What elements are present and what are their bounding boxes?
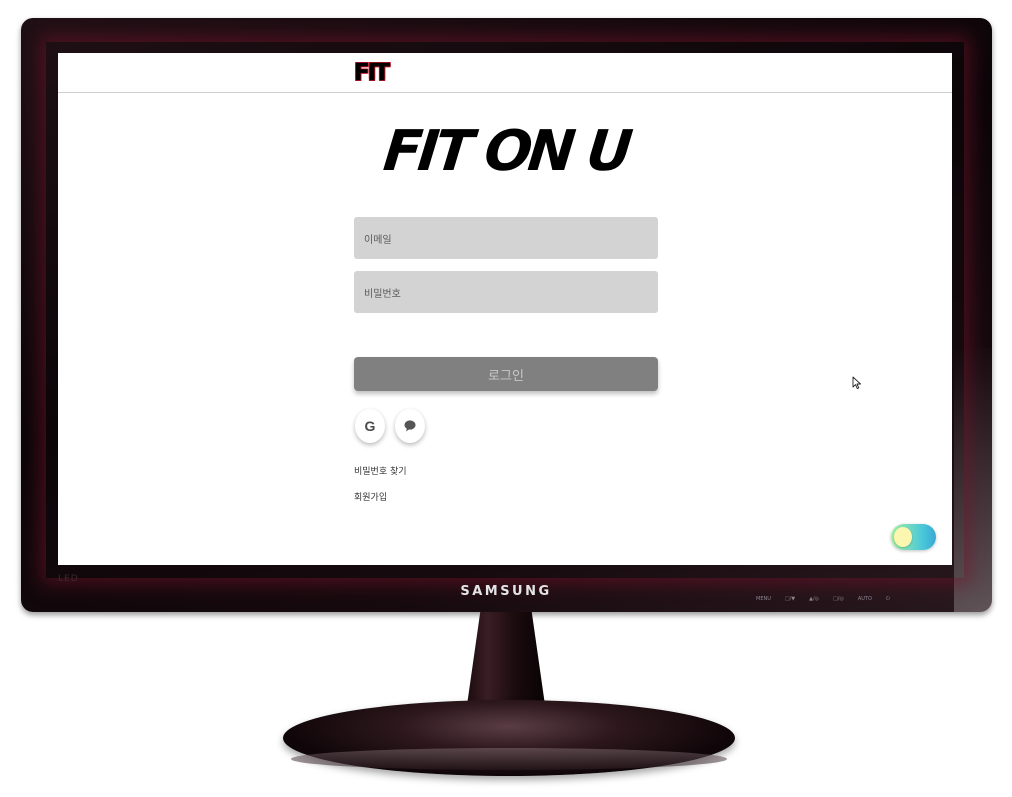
toggle-knob xyxy=(894,527,912,547)
mouse-cursor-icon xyxy=(852,376,861,390)
brightness-hw-button: ▲/◎ xyxy=(809,596,820,602)
source-hw-button: □/▼ xyxy=(784,596,796,602)
led-label: LED xyxy=(58,574,79,584)
hero-title: FIT ON U xyxy=(380,119,632,184)
chat-bubble-icon xyxy=(404,420,416,432)
auto-hw-button: AUTO xyxy=(857,596,872,602)
monitor-hardware-controls: MENU □/▼ ▲/◎ □/◎ AUTO ⏻ xyxy=(756,596,890,602)
monitor-brand-logo: SAMSUNG xyxy=(460,584,552,599)
login-button-label: 로그인 xyxy=(488,368,524,384)
google-g-icon: G xyxy=(364,418,376,434)
password-input[interactable]: 비밀번호 xyxy=(354,271,658,313)
google-login-button[interactable]: G xyxy=(355,409,385,443)
find-password-link[interactable]: 비밀번호 찾기 xyxy=(354,464,407,477)
power-hw-button: ⏻ xyxy=(885,596,890,602)
screen: FIT FIT ON U 이메일 비밀번호 로그인 G 비밀번호 찾기 회원가입 xyxy=(58,53,952,565)
kakao-login-button[interactable] xyxy=(395,409,425,443)
menu-hw-button: MENU xyxy=(756,596,771,602)
password-placeholder: 비밀번호 xyxy=(364,288,401,300)
monitor-stand xyxy=(283,700,735,776)
email-placeholder: 이메일 xyxy=(364,234,392,246)
input-hw-button: □/◎ xyxy=(833,596,844,602)
login-button[interactable]: 로그인 xyxy=(354,357,658,391)
email-input[interactable]: 이메일 xyxy=(354,217,658,259)
theme-toggle-switch[interactable] xyxy=(891,524,936,550)
top-navigation-bar: FIT xyxy=(58,53,952,93)
fit-logo[interactable]: FIT xyxy=(354,59,390,87)
signup-link[interactable]: 회원가입 xyxy=(354,490,387,503)
